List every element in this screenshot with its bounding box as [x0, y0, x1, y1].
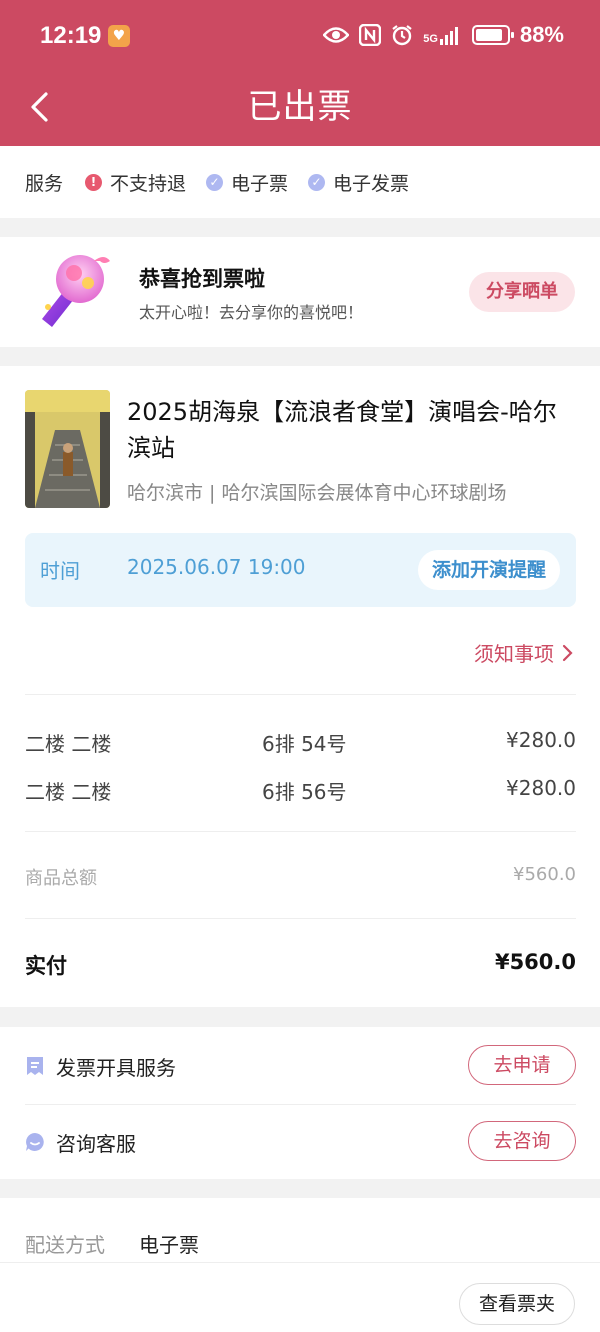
- battery-percent: 88%: [519, 22, 564, 47]
- ticket-zone: 二楼 二楼: [25, 780, 112, 804]
- service-tag-text: 电子发票: [333, 172, 410, 195]
- show-title: 2025胡海泉【流浪者食堂】演唱会-哈尔滨站: [127, 398, 557, 462]
- consult-button[interactable]: 去咨询: [468, 1121, 576, 1161]
- check-icon: ✓: [308, 173, 326, 191]
- signal-icon: 5G: [423, 25, 462, 45]
- add-reminder-button[interactable]: 添加开演提醒: [417, 550, 560, 590]
- share-button[interactable]: 分享晒单: [469, 272, 575, 312]
- service-tag-text: 不支持退: [110, 172, 187, 195]
- invoice-row: 发票开具服务 去申请: [25, 1027, 576, 1103]
- alarm-icon: [392, 25, 412, 46]
- divider: [25, 694, 576, 695]
- subtotal-label: 商品总额: [25, 868, 97, 889]
- status-time: 12:19: [40, 22, 102, 49]
- service-actions: 发票开具服务 去申请 咨询客服 去咨询: [0, 1027, 600, 1179]
- glowstick-illustration: [42, 255, 110, 327]
- paid-value: ¥560.0: [494, 950, 576, 974]
- congrats-title: 恭喜抢到票啦: [139, 267, 265, 291]
- app-heart-icon: ♥: [108, 25, 130, 47]
- show-time-box: 时间 2025.06.07 19:00 添加开演提醒: [25, 533, 576, 607]
- invoice-icon: [27, 1057, 43, 1075]
- delivery-value: 电子票: [139, 1233, 199, 1257]
- notice-link[interactable]: 须知事项: [474, 638, 574, 667]
- subtotal-value: ¥560.0: [513, 864, 576, 885]
- status-icons: 5G 88%: [323, 22, 564, 48]
- service-tag-einvoice: ✓ 电子发票: [308, 169, 409, 196]
- page-title: 已出票: [247, 87, 353, 127]
- status-bar: 12:19 ♥ 5G 88%: [0, 0, 600, 72]
- check-icon: ✓: [206, 173, 224, 191]
- divider: [25, 831, 576, 832]
- delivery-label: 配送方式: [25, 1233, 105, 1257]
- ticket-zone: 二楼 二楼: [25, 732, 112, 756]
- time-label: 时间: [40, 559, 80, 583]
- ticket-seat: 6排 54号: [262, 732, 347, 756]
- top-bar: 12:19 ♥ 5G 88% 已出票: [0, 0, 600, 146]
- congrats-subtitle: 太开心啦！去分享你的喜悦吧！: [139, 303, 364, 322]
- service-tag-eticket: ✓ 电子票: [206, 169, 288, 196]
- battery-icon: [471, 25, 514, 45]
- notice-link-text: 须知事项: [474, 642, 554, 666]
- time-value: 2025.06.07 19:00: [127, 555, 306, 579]
- view-ticket-wallet-button[interactable]: 查看票夹: [459, 1283, 575, 1325]
- apply-invoice-button[interactable]: 去申请: [468, 1045, 576, 1085]
- ticket-row: 二楼 二楼 6排 56号 ¥280.0: [25, 776, 576, 806]
- service-tag-no-refund: ! 不支持退: [85, 169, 186, 196]
- delivery-section: 配送方式 电子票 查看票夹: [0, 1198, 600, 1332]
- venue-text: 哈尔滨市 | 哈尔滨国际会展体育中心环球剧场: [127, 482, 507, 504]
- service-tag-text: 电子票: [231, 172, 289, 195]
- chat-icon: [26, 1133, 44, 1151]
- nfc-icon: [359, 24, 382, 46]
- order-detail: 2025胡海泉【流浪者食堂】演唱会-哈尔滨站 哈尔滨市 | 哈尔滨国际会展体育中…: [0, 366, 600, 1007]
- ticket-row: 二楼 二楼 6排 54号 ¥280.0: [25, 728, 576, 758]
- ticket-price: ¥280.0: [506, 728, 576, 752]
- service-label: 服务: [25, 172, 64, 195]
- customer-service-row: 咨询客服 去咨询: [25, 1103, 576, 1179]
- divider: [25, 918, 576, 919]
- network-type: 5G: [423, 33, 438, 45]
- eye-icon: [323, 27, 350, 43]
- show-poster[interactable]: [25, 390, 110, 508]
- ticket-seat: 6排 56号: [262, 780, 347, 804]
- chevron-right-icon: [562, 644, 573, 661]
- congrats-card: 恭喜抢到票啦 太开心啦！去分享你的喜悦吧！ 分享晒单: [0, 237, 600, 347]
- paid-label: 实付: [25, 954, 67, 978]
- invoice-label: 发票开具服务: [56, 1056, 176, 1080]
- alert-icon: !: [85, 173, 103, 191]
- customer-service-label: 咨询客服: [56, 1132, 136, 1156]
- service-tags: 服务 ! 不支持退 ✓ 电子票 ✓ 电子发票: [0, 146, 600, 218]
- nav-bar: 已出票: [0, 72, 600, 146]
- divider: [0, 1262, 600, 1263]
- ticket-price: ¥280.0: [506, 776, 576, 800]
